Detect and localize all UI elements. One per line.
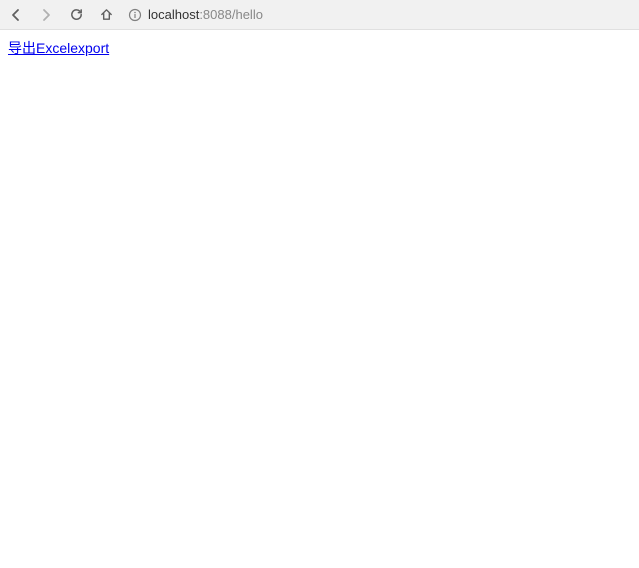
arrow-left-icon (8, 7, 24, 23)
address-bar[interactable]: localhost:8088/hello (128, 7, 631, 22)
url-path: /hello (232, 7, 263, 22)
back-button[interactable] (8, 7, 24, 23)
browser-toolbar: localhost:8088/hello (0, 0, 639, 30)
page-content: 导出Excelexport (0, 30, 639, 66)
arrow-right-icon (38, 7, 54, 23)
reload-button[interactable] (68, 7, 84, 23)
forward-button[interactable] (38, 7, 54, 23)
home-icon (99, 7, 114, 22)
nav-icons (8, 7, 118, 23)
site-info-icon[interactable] (128, 8, 142, 22)
reload-icon (69, 7, 84, 22)
export-excel-link[interactable]: 导出Excelexport (8, 40, 109, 56)
url-text[interactable]: localhost:8088/hello (148, 7, 263, 22)
url-host: localhost (148, 7, 199, 22)
url-port: :8088 (199, 7, 232, 22)
home-button[interactable] (98, 7, 114, 23)
